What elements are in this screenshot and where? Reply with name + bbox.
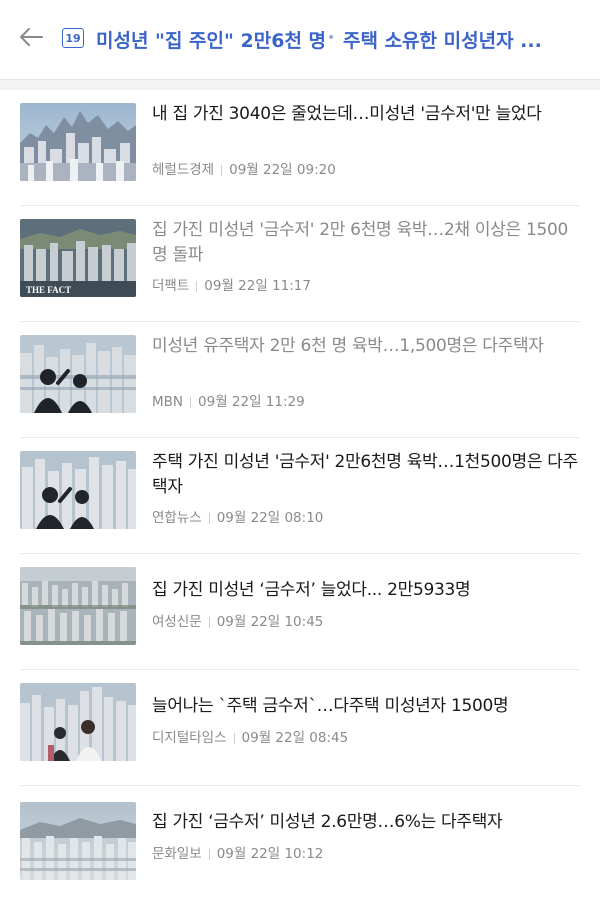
- article-item[interactable]: 미성년 유주택자 2만 6천 명 육박…1,500명은 다주택자 MBN 09월 …: [0, 322, 600, 438]
- topic-separator: •: [327, 30, 336, 46]
- meta-divider: [208, 512, 210, 524]
- article-title[interactable]: 집 가진 미성년 '금수저' 2만 6천명 육박…2채 이상은 1500명 돌파: [152, 218, 582, 268]
- back-button[interactable]: [16, 22, 46, 52]
- topic-title[interactable]: 미성년 "집 주인" 2만6천 명: [96, 26, 326, 53]
- article-title[interactable]: 집 가진 미성년 ‘금수저’ 늘었다... 2만5933명: [152, 578, 582, 603]
- meta-divider: [208, 616, 210, 628]
- meta-divider: [190, 396, 192, 408]
- article-thumbnail: [20, 802, 136, 880]
- meta-divider: [221, 164, 223, 176]
- rank-badge: 19: [62, 28, 84, 48]
- article-thumbnail: [20, 335, 136, 413]
- article-item[interactable]: 늘어나는 `주택 금수저`…다주택 미성년자 1500명 디지털타임스 09월 2…: [0, 670, 600, 786]
- article-item[interactable]: THE FACT 집 가진 미성년 '금수저' 2만 6천명 육박…2채 이상은…: [0, 206, 600, 322]
- article-time: 09월 22일 10:45: [216, 614, 324, 630]
- meta-divider: [196, 280, 198, 292]
- article-title[interactable]: 미성년 유주택자 2만 6천 명 육박…1,500명은 다주택자: [152, 334, 582, 359]
- subtopic-title[interactable]: 주택 소유한 미성년자 ...: [343, 26, 542, 53]
- article-source: 헤럴드경제: [152, 162, 215, 178]
- topic-header: 19 미성년 "집 주인" 2만6천 명 • 주택 소유한 미성년자 ...: [0, 0, 600, 80]
- article-thumbnail: [20, 683, 136, 761]
- article-title[interactable]: 주택 가진 미성년 '금수저' 2만6천명 육박…1천500명은 다주택자: [152, 450, 582, 500]
- article-item[interactable]: 집 가진 ‘금수저’ 미성년 2.6만명…6%는 다주택자 문화일보 09월 22…: [0, 786, 600, 902]
- arrow-left-icon: [20, 28, 43, 46]
- article-meta: 문화일보 09월 22일 10:12: [152, 842, 323, 862]
- article-meta: 디지털타임스 09월 22일 08:45: [152, 726, 348, 746]
- meta-divider: [233, 732, 235, 744]
- article-source: MBN: [152, 394, 184, 410]
- meta-divider: [208, 848, 210, 860]
- article-source: 여성신문: [152, 614, 202, 630]
- article-meta: 헤럴드경제 09월 22일 09:20: [152, 158, 336, 178]
- article-item[interactable]: 집 가진 미성년 ‘금수저’ 늘었다... 2만5933명 여성신문 09월 22…: [0, 554, 600, 670]
- article-time: 09월 22일 11:29: [198, 394, 305, 410]
- article-source: 문화일보: [152, 846, 202, 862]
- article-item[interactable]: 내 집 가진 3040은 줄었는데…미성년 '금수저'만 늘었다 헤럴드경제 09…: [0, 90, 600, 206]
- article-meta: MBN 09월 22일 11:29: [152, 390, 305, 410]
- article-time: 09월 22일 10:12: [216, 846, 324, 862]
- article-meta: 더팩트 09월 22일 11:17: [152, 274, 311, 294]
- article-meta: 여성신문 09월 22일 10:45: [152, 610, 323, 630]
- article-time: 09월 22일 08:10: [216, 510, 324, 526]
- article-thumbnail: [20, 103, 136, 181]
- article-title[interactable]: 집 가진 ‘금수저’ 미성년 2.6만명…6%는 다주택자: [152, 810, 582, 835]
- article-thumbnail: [20, 567, 136, 645]
- header-divider: [0, 80, 600, 90]
- article-meta: 연합뉴스 09월 22일 08:10: [152, 506, 323, 526]
- article-time: 09월 22일 08:45: [241, 730, 349, 746]
- article-title[interactable]: 내 집 가진 3040은 줄었는데…미성년 '금수저'만 늘었다: [152, 102, 582, 127]
- article-title[interactable]: 늘어나는 `주택 금수저`…다주택 미성년자 1500명: [152, 694, 582, 719]
- article-source: 연합뉴스: [152, 510, 202, 526]
- article-source: 디지털타임스: [152, 730, 227, 746]
- article-thumbnail: THE FACT: [20, 219, 136, 297]
- article-item[interactable]: 주택 가진 미성년 '금수저' 2만6천명 육박…1천500명은 다주택자 연합…: [0, 438, 600, 554]
- thumb-caption: THE FACT: [26, 285, 71, 295]
- article-thumbnail: [20, 451, 136, 529]
- article-time: 09월 22일 09:20: [229, 162, 336, 178]
- article-time: 09월 22일 11:17: [204, 278, 311, 294]
- article-source: 더팩트: [152, 278, 190, 294]
